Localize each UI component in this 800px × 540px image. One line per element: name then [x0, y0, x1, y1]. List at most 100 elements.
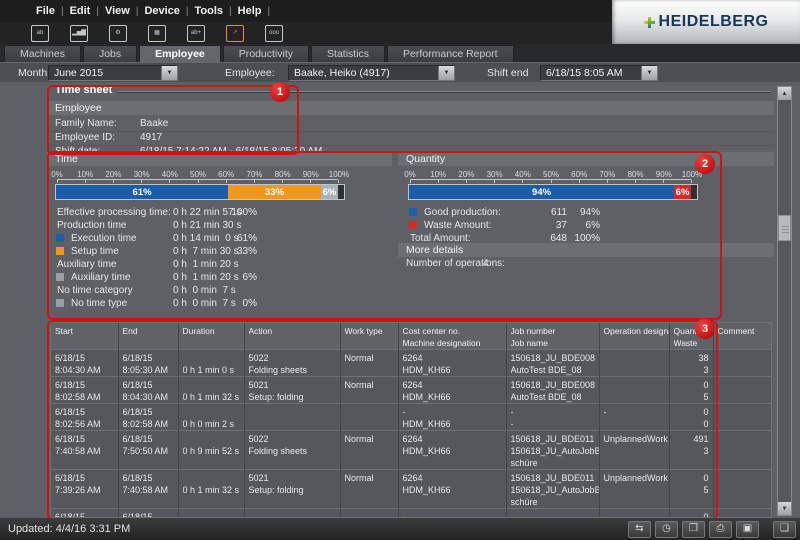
cell-line: AutoTest BDE_08 [511, 391, 599, 403]
scale-tick [466, 180, 467, 183]
menu-item-tools[interactable]: Tools [189, 5, 230, 17]
table-cell [713, 404, 772, 431]
cell-line: 5021 [249, 472, 340, 484]
cell-line: - [403, 511, 506, 518]
table-cell: 05 [669, 377, 713, 404]
settings-monitor-icon[interactable]: ⚙ [109, 25, 127, 42]
month-value: June 2015 [49, 67, 161, 79]
report-button[interactable]: ❏ [773, 521, 796, 538]
menu-item-view[interactable]: View [99, 5, 136, 17]
menu-item-file[interactable]: File [30, 5, 61, 17]
statistics-chart-icon[interactable]: ▂▅▇ [70, 25, 88, 42]
menu-item-help[interactable]: Help [232, 5, 268, 17]
table-row[interactable]: 6/18/158:04:30 AM6/18/158:05:30 AM0 h 1 … [51, 350, 772, 377]
legend-label: Execution time [69, 233, 137, 244]
cell-line [718, 352, 773, 364]
report-add-icon[interactable]: ab+ [187, 25, 205, 42]
menu-item-edit[interactable]: Edit [64, 5, 97, 17]
scale-label: 80% [275, 170, 291, 179]
shift-end-label: Shift end [487, 67, 528, 79]
month-select[interactable]: June 2015 ▼ [48, 65, 178, 81]
tab-employee[interactable]: Employee [139, 45, 221, 62]
tab-statistics[interactable]: Statistics [311, 45, 385, 62]
employee-detail-row: Family Name:Baake [47, 117, 774, 132]
table-cell: 00 [669, 509, 713, 519]
table-row[interactable]: 6/18/157:39:26 AM6/18/157:40:58 AM0 h 1 … [51, 470, 772, 509]
tab-productivity[interactable]: Productivity [223, 45, 309, 62]
table-cell: 150618_JU_BDE011150618_JU_AutoJobBroschü… [506, 470, 599, 509]
export-report-icon[interactable]: ↗ [226, 25, 244, 42]
table-cell: 150618_JU_BDE008AutoTest BDE_08 [506, 350, 599, 377]
table-cell: 0 h 0 min 1 s [178, 509, 244, 519]
updated-timestamp: Updated: 4/4/16 3:31 PM [8, 523, 130, 535]
cell-line: Normal [345, 379, 398, 391]
cell-line [718, 472, 773, 484]
table-row[interactable]: 6/18/158:02:56 AM6/18/158:02:58 AM 0 h 0 … [51, 404, 772, 431]
tab-jobs[interactable]: Jobs [83, 45, 137, 62]
table-row[interactable]: 6/18/158:02:58 AM6/18/158:04:30 AM0 h 1 … [51, 377, 772, 404]
cell-line: - [511, 511, 599, 518]
table-cell: 6264HDM_KH66 [398, 350, 506, 377]
employee-detail-row: Employee ID:4917 [47, 131, 774, 146]
chevron-down-icon[interactable]: ▼ [641, 66, 657, 80]
employee-select[interactable]: Baake, Heiko (4917) ▼ [288, 65, 455, 81]
cell-line: 3 [670, 364, 709, 376]
report-data-icon[interactable]: ooo [265, 25, 283, 42]
tab-performance-report[interactable]: Performance Report [387, 45, 514, 62]
cell-line: AutoTest BDE_08 [511, 364, 599, 376]
quantity-section-header: Quantity [398, 152, 774, 166]
cell-line: 6/18/15 [55, 511, 118, 518]
scale-label: 90% [303, 170, 319, 179]
table-row[interactable]: 6/18/157:40:58 AM6/18/157:50:50 AM0 h 9 … [51, 431, 772, 470]
cell-line: Normal [345, 472, 398, 484]
cell-line: 6264 [403, 379, 506, 391]
cell-line: - [604, 406, 669, 418]
menu-bar: File|Edit|View|Device|Tools|Help| [0, 0, 612, 22]
table-cell: 6/18/157:39:26 AM [118, 509, 178, 519]
cell-line: 5 [670, 391, 709, 403]
table-row[interactable]: 6/18/157:39:25 AM6/18/157:39:26 AM0 h 0 … [51, 509, 772, 519]
cell-line: 6/18/15 [123, 352, 178, 364]
copy-button[interactable]: ❐ [682, 521, 705, 538]
table-cell: 6/18/157:50:50 AM [118, 431, 178, 470]
callout-badge-2: 2 [695, 154, 715, 174]
scale-label: 70% [599, 170, 615, 179]
title-divider [118, 91, 770, 93]
time-legend: Effective processing time:0 h 22 min 57 … [55, 206, 355, 310]
move-view-button[interactable]: ⇆ [628, 521, 651, 538]
toolbar: ab ▂▅▇ ⚙ ▦ ab+ ↗ ooo [0, 22, 612, 44]
chevron-down-icon[interactable]: ▼ [438, 66, 454, 80]
shift-end-select[interactable]: 6/18/15 8:05 AM ▼ [540, 65, 658, 81]
content-area: Time sheet Employee Family Name:BaakeEmp… [0, 82, 800, 518]
legend-row: Execution time0 h 14 min 0 s61% [55, 232, 355, 245]
cell-line: 8:05:30 AM [123, 364, 178, 376]
cell-line: 150618_JU_AutoJobBro [511, 445, 599, 457]
report-abc-icon[interactable]: ab [31, 25, 49, 42]
cell-line: 6/18/15 [55, 406, 118, 418]
legend-value: 0 h 1 min 20 s [173, 258, 239, 271]
cell-line: schüre [511, 496, 599, 508]
cell-line: 0 h 0 min 2 s [183, 418, 244, 430]
table-cell: 6/18/157:39:26 AM [51, 470, 118, 509]
scale-label: 10% [77, 170, 93, 179]
tab-machines[interactable]: Machines [4, 45, 81, 62]
scroll-up-icon[interactable]: ▲ [778, 87, 791, 100]
menu-item-device[interactable]: Device [138, 5, 185, 17]
device-icon[interactable]: ▦ [148, 25, 166, 42]
legend-label: Auxiliary time [69, 272, 130, 283]
table-cell: Normal [340, 377, 398, 404]
scroll-down-icon[interactable]: ▼ [778, 502, 791, 515]
table-cell: 0 h 1 min 32 s [178, 377, 244, 404]
table-cell: 6/18/158:02:56 AM [51, 404, 118, 431]
print-button[interactable]: ⎙ [709, 521, 732, 538]
save-button[interactable]: ▣ [736, 521, 759, 538]
cell-line: 7:39:26 AM [55, 484, 118, 496]
table-cell: 6/18/158:02:58 AM [118, 404, 178, 431]
scrollbar-thumb[interactable] [778, 215, 791, 241]
vertical-scrollbar[interactable]: ▲ ▼ [777, 86, 792, 516]
alarm-clock-button[interactable]: ◷ [655, 521, 678, 538]
cell-line: 38 [670, 352, 709, 364]
chevron-down-icon[interactable]: ▼ [161, 66, 177, 80]
detail-value: Baake [140, 118, 168, 129]
table-cell [713, 509, 772, 519]
